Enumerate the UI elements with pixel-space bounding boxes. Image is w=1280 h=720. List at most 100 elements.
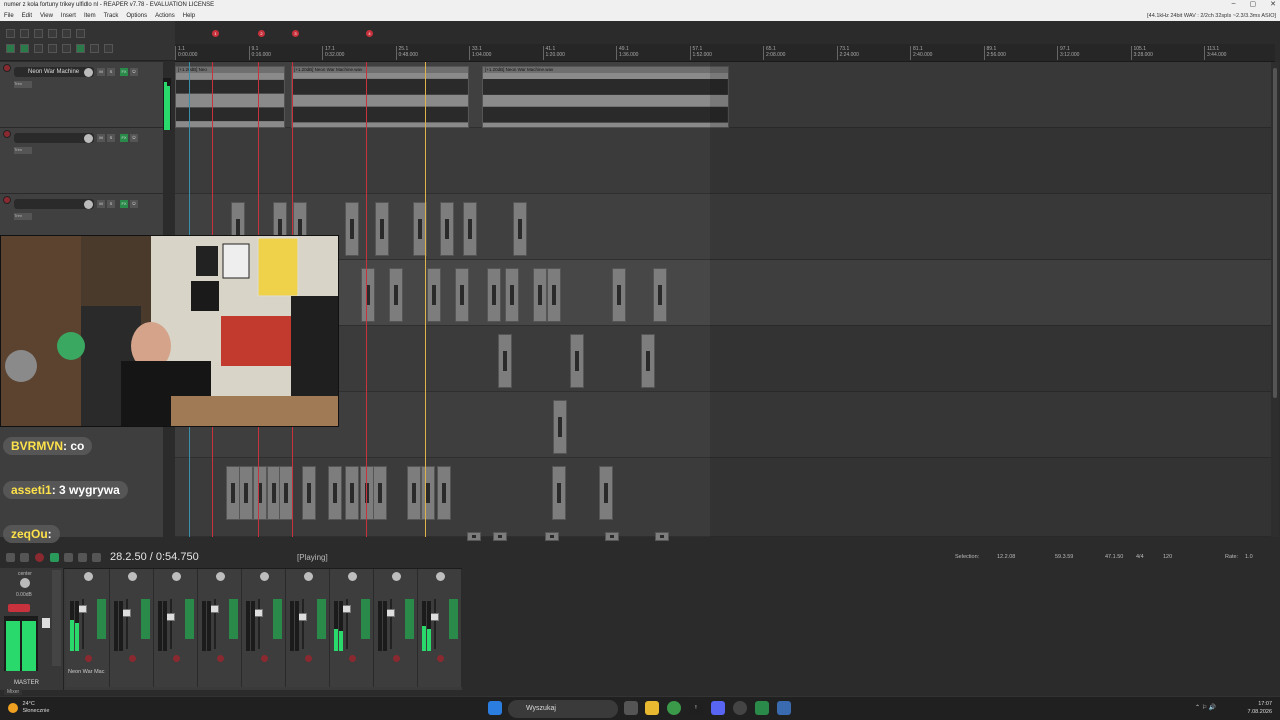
mixer-strip[interactable] [286,569,330,687]
close-icon[interactable]: ✕ [1270,0,1276,11]
media-item[interactable] [253,466,267,520]
mixer-strip[interactable] [110,569,154,687]
volume-fader[interactable] [298,613,307,621]
volume-fader[interactable] [78,605,87,613]
marker-4[interactable]: 4 [366,30,373,37]
ripple-icon[interactable] [34,44,43,53]
start-icon[interactable] [488,701,502,715]
record-arm-button[interactable] [305,655,312,662]
media-item[interactable] [545,532,559,541]
io-button[interactable]: ⏻ [130,200,138,208]
envelope-button[interactable]: Trim [14,213,32,220]
loop-icon[interactable] [76,44,85,53]
fx-button[interactable] [97,599,106,639]
weather-widget[interactable]: 24°C Słonecznie [8,701,49,715]
menu-insert[interactable]: Insert [61,11,76,21]
envelope-button[interactable]: Trim [14,81,32,88]
track-3[interactable]: M S FX ⏻ Trim [0,194,163,238]
rewind-icon[interactable] [20,553,29,562]
mixer-strip[interactable] [330,569,374,687]
system-tray-icon[interactable]: ⌃ ⚐ 🔊 [1195,701,1235,715]
app-icon[interactable] [755,701,769,715]
volume-fader[interactable] [210,605,219,613]
pan-knob[interactable] [172,572,181,581]
mixer-tab[interactable]: Mixer [4,689,23,695]
stop-icon[interactable] [78,553,87,562]
media-item[interactable] [437,466,451,520]
save-project-icon[interactable] [34,29,43,38]
volume-fader[interactable] [122,609,131,617]
rate-value[interactable]: 1.0 [1245,554,1253,560]
repeat-icon[interactable] [64,553,73,562]
taskbar-clock[interactable]: 17:07 7.08.2026 [1248,700,1272,716]
io-button[interactable]: ⏻ [130,134,138,142]
file-explorer-icon[interactable] [645,701,659,715]
solo-button[interactable]: S [107,200,115,208]
fx-button[interactable] [273,599,282,639]
media-item[interactable] [487,268,501,322]
menu-help[interactable]: Help [183,11,195,21]
media-item[interactable] [653,268,667,322]
media-item[interactable] [498,334,512,388]
snap-icon[interactable] [20,44,29,53]
record-arm-button[interactable] [393,655,400,662]
media-item[interactable] [655,532,669,541]
media-item[interactable] [440,202,454,256]
menu-options[interactable]: Options [126,11,147,21]
fx-button[interactable] [449,599,458,639]
mute-button[interactable]: M [97,134,105,142]
fx-button[interactable] [361,599,370,639]
record-arm-button[interactable] [3,130,11,138]
chrome-icon[interactable] [667,701,681,715]
volume-fader[interactable] [386,609,395,617]
media-item[interactable] [226,466,240,520]
play-icon[interactable] [50,553,59,562]
media-item[interactable] [553,400,567,454]
media-item[interactable] [360,466,374,520]
record-arm-button[interactable] [437,655,444,662]
envelope-icon[interactable] [62,44,71,53]
fx-button[interactable]: FX [120,200,128,208]
media-item[interactable] [328,466,342,520]
selection-end[interactable]: 59.3.59 [1055,554,1105,560]
master-clip-indicator[interactable] [8,604,30,612]
record-arm-button[interactable] [3,196,11,204]
vertical-scrollbar[interactable] [1271,62,1279,537]
mixer-strip[interactable] [198,569,242,687]
minimize-icon[interactable]: – [1232,0,1236,11]
media-item[interactable] [375,202,389,256]
media-item[interactable] [361,268,375,322]
menu-file[interactable]: File [4,11,14,21]
app-icon[interactable]: ! [689,701,703,715]
volume-knob[interactable] [84,134,93,143]
media-item[interactable] [605,532,619,541]
record-arm-button[interactable] [349,655,356,662]
menu-item[interactable]: Item [84,11,96,21]
media-item[interactable] [547,268,561,322]
media-item[interactable] [570,334,584,388]
pencil-icon[interactable] [104,44,113,53]
selection-length[interactable]: 47.1.50 [1105,554,1136,560]
media-item[interactable] [552,466,566,520]
fx-button[interactable] [229,599,238,639]
pan-knob[interactable] [436,572,445,581]
maximize-icon[interactable]: ▢ [1250,0,1257,11]
fx-button[interactable]: FX [120,134,128,142]
media-item[interactable] [641,334,655,388]
fx-button[interactable]: FX [120,68,128,76]
open-project-icon[interactable] [20,29,29,38]
mixer-strip[interactable] [242,569,286,687]
media-item[interactable] [427,268,441,322]
mixer-strip[interactable] [154,569,198,687]
pan-knob[interactable] [392,572,401,581]
mixer-strip[interactable] [418,569,462,687]
master-fader[interactable] [42,618,50,628]
pan-knob[interactable] [128,572,137,581]
mute-button[interactable]: M [97,200,105,208]
track-name[interactable] [14,133,94,143]
settings-icon[interactable] [48,29,57,38]
media-item[interactable] [407,466,421,520]
timeline-ruler[interactable]: 1.1 0:00.000 9.1 0:16.000 17.1 0:32.000 25.1 0:… [175,30,1275,62]
solo-button[interactable]: S [107,134,115,142]
menu-view[interactable]: View [40,11,53,21]
